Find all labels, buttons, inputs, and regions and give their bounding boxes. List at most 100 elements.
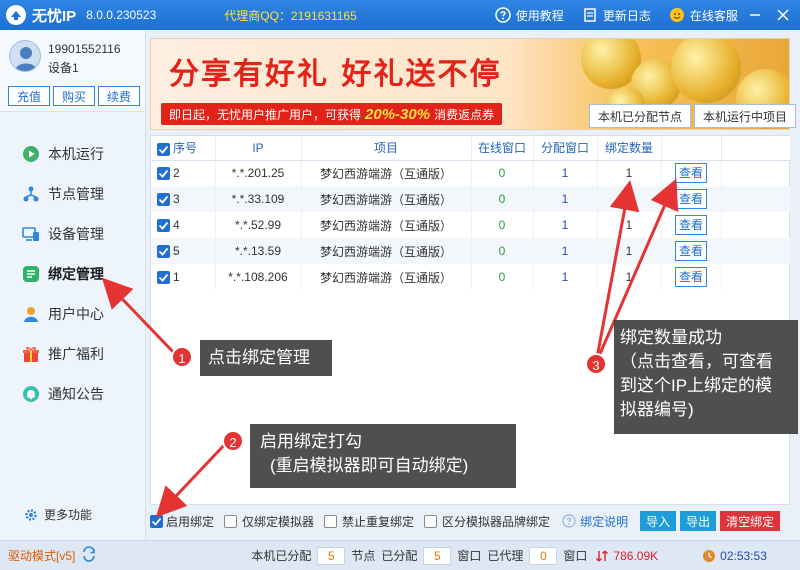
changelog-link[interactable]: 更新日志 (582, 7, 651, 24)
support-label: 在线客服 (689, 8, 738, 23)
view-button[interactable]: 查看 (675, 189, 707, 209)
enable-bind-option[interactable]: 启用绑定 (150, 513, 214, 530)
changelog-label: 更新日志 (602, 8, 651, 23)
row-action-cell: 查看 (661, 186, 722, 212)
callout-1: 点击绑定管理 (200, 340, 332, 376)
title-bar: 无忧IP 8.0.0.230523 代理商QQ：2191631165 使用教程 … (0, 0, 800, 30)
table-row[interactable]: 5 *.*.13.59 梦幻西游端游（互通版） 0 1 1 查看 (151, 238, 791, 264)
support-link[interactable]: 在线客服 (669, 7, 738, 24)
sidebar-item-label: 用户中心 (48, 306, 104, 322)
view-button[interactable]: 查看 (675, 241, 707, 261)
row-index[interactable]: 5 (151, 238, 216, 264)
row-online: 0 (471, 264, 534, 290)
row-project: 梦幻西游端游（互通版） (301, 160, 472, 186)
more-features-link[interactable]: 更多功能 (24, 506, 92, 523)
sidebar: 19901552116 设备1 充值 购买 续费 本机运行 节点管理 设备管理 … (0, 30, 146, 540)
table-row[interactable]: 2 *.*.201.25 梦幻西游端游（互通版） 0 1 1 查看 (151, 160, 791, 186)
row-bind-count: 1 (597, 186, 662, 212)
app-version: 8.0.0.230523 (86, 8, 157, 22)
check-icon (158, 145, 169, 154)
row-assigned: 1 (533, 238, 598, 264)
refresh-icon (83, 546, 96, 562)
only-bind-sim-checkbox[interactable] (224, 514, 238, 528)
tab-bar: 本机已分配节点 本机运行中项目 (586, 104, 797, 128)
renew-button[interactable]: 续费 (98, 86, 140, 106)
import-button[interactable]: 导入 (640, 511, 677, 531)
row-bind-count: 1 (597, 212, 662, 238)
sidebar-item-node-manage[interactable]: 节点管理 (0, 174, 146, 214)
header-index[interactable]: 序号 (151, 136, 216, 161)
bell-icon (23, 386, 39, 402)
sidebar-item-notice[interactable]: 通知公告 (0, 374, 146, 414)
tab-running-projects[interactable]: 本机运行中项目 (694, 104, 797, 128)
row-checkbox[interactable] (157, 245, 170, 259)
sidebar-item-promo[interactable]: 推广福利 (0, 334, 146, 374)
question-icon (495, 7, 511, 23)
node-icon (23, 186, 39, 202)
refresh-button[interactable] (75, 546, 97, 565)
speed-value: 786.09K (613, 548, 659, 563)
enable-bind-checkbox[interactable] (150, 514, 163, 528)
clear-bind-button[interactable]: 清空绑定 (720, 511, 781, 531)
bind-help-label: 绑定说明 (580, 514, 629, 529)
table-row[interactable]: 3 *.*.33.109 梦幻西游端游（互通版） 0 1 1 查看 (151, 186, 791, 212)
drive-mode: 驱动模式[v5] (8, 549, 76, 563)
banner-sub-prefix: 即日起，无忧用户推广用户，可获得 (169, 107, 362, 122)
bind-help-link[interactable]: 绑定说明 (562, 513, 628, 530)
sidebar-item-device-manage[interactable]: 设备管理 (0, 214, 146, 254)
tutorial-label: 使用教程 (515, 8, 564, 23)
avatar (9, 40, 41, 72)
sidebar-item-label: 设备管理 (48, 226, 104, 242)
export-button[interactable]: 导出 (680, 511, 717, 531)
view-button[interactable]: 查看 (675, 215, 707, 235)
view-button[interactable]: 查看 (675, 267, 707, 287)
no-repeat-checkbox[interactable] (324, 514, 338, 528)
close-button[interactable] (772, 4, 794, 26)
recharge-button[interactable]: 充值 (8, 86, 50, 106)
tutorial-link[interactable]: 使用教程 (495, 7, 564, 24)
row-checkbox[interactable] (157, 167, 170, 181)
header-bind-count: 绑定数量 (597, 136, 662, 161)
header-action (661, 136, 722, 161)
status-bar: 驱动模式[v5] 本机已分配 5 节点 已分配 5 窗口 已代理 0 窗口 78… (0, 540, 800, 570)
view-button[interactable]: 查看 (675, 163, 707, 184)
tab-assigned-nodes[interactable]: 本机已分配节点 (589, 104, 692, 128)
row-checkbox[interactable] (157, 193, 170, 207)
row-index[interactable]: 3 (151, 186, 216, 212)
sidebar-item-local-run[interactable]: 本机运行 (0, 134, 146, 174)
document-icon (584, 8, 596, 22)
row-online: 0 (471, 238, 534, 264)
select-all-checkbox[interactable] (157, 142, 170, 156)
only-bind-sim-label: 仅绑定模拟器 (242, 514, 315, 529)
row-filler (721, 264, 791, 290)
only-bind-sim-option[interactable]: 仅绑定模拟器 (224, 513, 314, 530)
coin-decoration (671, 39, 741, 103)
row-assigned: 1 (533, 160, 598, 186)
buy-button[interactable]: 购买 (53, 86, 95, 106)
row-index[interactable]: 4 (151, 212, 216, 238)
proxied-label: 已代理 (487, 549, 524, 563)
row-index-label: 3 (173, 191, 180, 206)
row-index[interactable]: 1 (151, 264, 216, 290)
table-row[interactable]: 1 *.*.108.206 梦幻西游端游（互通版） 0 1 1 查看 (151, 264, 791, 290)
callout-3-badge: 3 (585, 353, 607, 375)
row-online: 0 (471, 186, 534, 212)
no-repeat-option[interactable]: 禁止重复绑定 (324, 513, 414, 530)
callout-3: 绑定数量成功 （点击查看，可查看 到这个IP上绑定的模 拟器编号) (614, 320, 798, 434)
distinguish-brand-checkbox[interactable] (424, 514, 438, 528)
options-bar: 启用绑定 仅绑定模拟器 禁止重复绑定 区分模拟器品牌绑定 绑定说明 导入 导出 … (150, 509, 790, 533)
row-index[interactable]: 2 (151, 160, 216, 186)
window2-label: 窗口 (563, 549, 588, 563)
sidebar-item-user-center[interactable]: 用户中心 (0, 294, 146, 334)
assigned2-label: 已分配 (381, 549, 418, 563)
row-filler (721, 212, 791, 238)
account-buttons: 充值 购买 续费 (8, 86, 143, 106)
sidebar-item-bind-manage[interactable]: 绑定管理 (0, 254, 146, 294)
minimize-button[interactable] (744, 4, 766, 26)
table-row[interactable]: 4 *.*.52.99 梦幻西游端游（互通版） 0 1 1 查看 (151, 212, 791, 238)
row-checkbox[interactable] (157, 219, 170, 233)
row-checkbox[interactable] (157, 271, 170, 285)
sidebar-item-label: 绑定管理 (48, 266, 104, 282)
distinguish-brand-option[interactable]: 区分模拟器品牌绑定 (424, 513, 550, 530)
row-bind-count: 1 (597, 264, 662, 290)
